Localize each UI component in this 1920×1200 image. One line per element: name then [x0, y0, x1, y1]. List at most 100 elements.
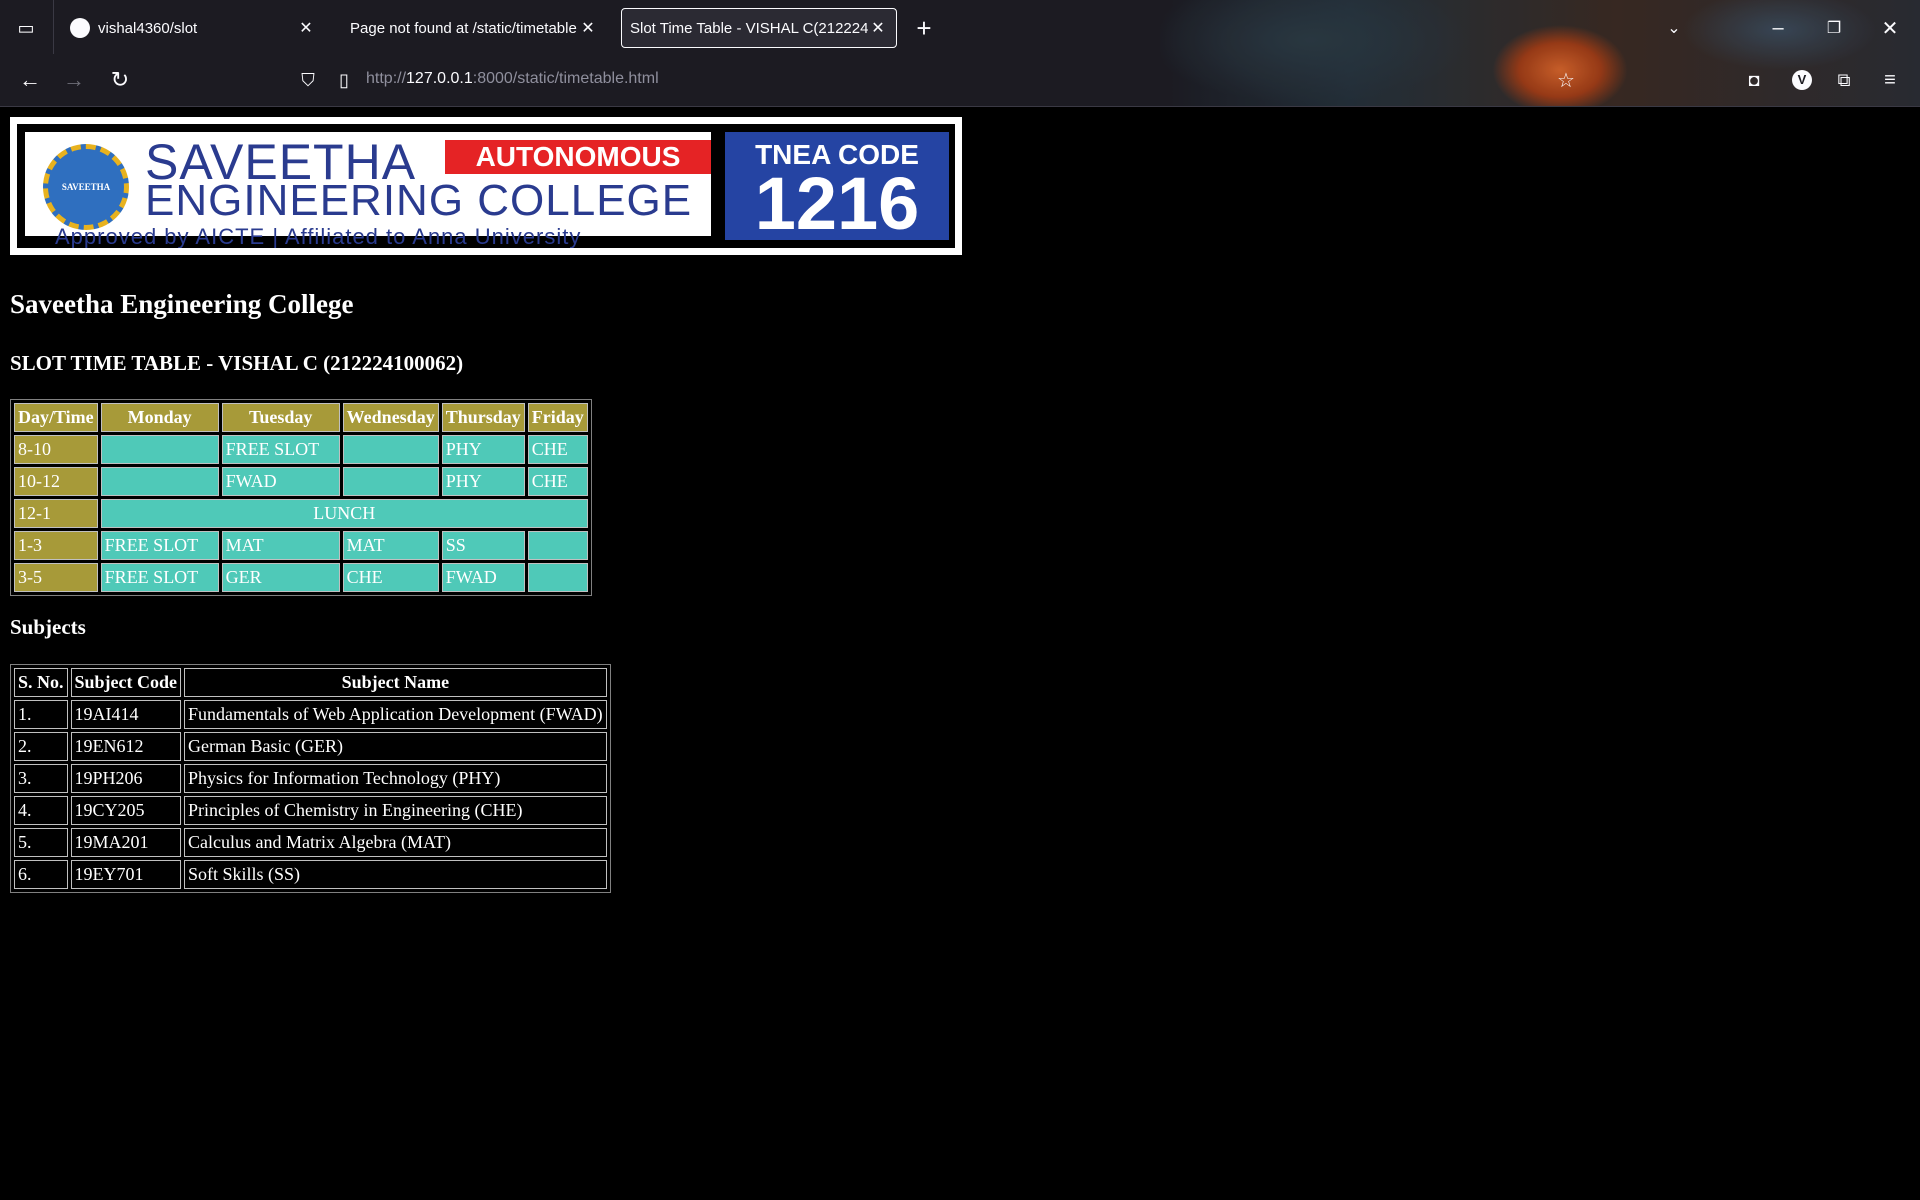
table-row: 2. 19EN612 German Basic (GER): [14, 732, 607, 761]
name-cell: Physics for Information Technology (PHY): [184, 764, 607, 793]
reload-icon[interactable]: ↻: [104, 64, 136, 96]
bookmark-star-icon[interactable]: ☆: [1550, 64, 1582, 96]
tab-page-not-found[interactable]: Page not found at /static/timetable. ✕: [338, 8, 610, 48]
table-row: 10-12 FWAD PHY CHE: [14, 467, 588, 496]
name-cell: Principles of Chemistry in Engineering (…: [184, 796, 607, 825]
header-cell: Tuesday: [221, 403, 340, 432]
account-avatar[interactable]: V: [1786, 64, 1818, 96]
slot-cell: [100, 435, 219, 464]
url-host: 127.0.0.1: [406, 70, 473, 87]
banner-autonomous: AUTONOMOUS: [445, 140, 711, 174]
table-row: 5. 19MA201 Calculus and Matrix Algebra (…: [14, 828, 607, 857]
slot-cell: MAT: [221, 531, 340, 560]
name-cell: Soft Skills (SS): [184, 860, 607, 889]
subjects-heading: Subjects: [10, 615, 86, 639]
timetable-header-row: Day/Time Monday Tuesday Wednesday Thursd…: [14, 403, 588, 432]
close-tab-icon[interactable]: ✕: [868, 18, 888, 38]
time-cell: 8-10: [14, 435, 98, 464]
sno-cell: 4.: [14, 796, 68, 825]
slot-cell: [527, 531, 588, 560]
new-tab-icon[interactable]: +: [908, 12, 940, 44]
slot-cell: [342, 435, 439, 464]
table-row: 1. 19AI414 Fundamentals of Web Applicati…: [14, 700, 607, 729]
nav-bar: ← → ↻ ⛉ ▯ ☆ ◘ V ⧉ ≡: [0, 54, 1920, 106]
banner-approved: Approved by AICTE | Affiliated to Anna U…: [55, 224, 582, 248]
college-logo: SAVEETHA: [43, 144, 129, 230]
table-row: 3-5 FREE SLOT GER CHE FWAD: [14, 563, 588, 592]
header-cell: Subject Name: [184, 668, 607, 697]
name-cell: Calculus and Matrix Algebra (MAT): [184, 828, 607, 857]
slot-cell: FREE SLOT: [100, 531, 219, 560]
sno-cell: 1.: [14, 700, 68, 729]
tab-bar: ▭ vishal4360/slot ✕ Page not found at /s…: [0, 0, 1920, 54]
page-info-icon[interactable]: ▯: [328, 64, 360, 96]
header-cell: Friday: [527, 403, 588, 432]
slot-cell: FWAD: [221, 467, 340, 496]
header-cell: Thursday: [441, 403, 525, 432]
time-cell: 3-5: [14, 563, 98, 592]
sno-cell: 5.: [14, 828, 68, 857]
banner-left-panel: SAVEETHA SAVEETHA AUTONOMOUS ENGINEERING…: [25, 132, 711, 248]
tnea-code: 1216: [754, 162, 920, 245]
slot-cell: FREE SLOT: [221, 435, 340, 464]
close-tab-icon[interactable]: ✕: [296, 18, 316, 38]
lunch-cell: LUNCH: [100, 499, 588, 528]
tab-separator: [53, 0, 54, 54]
timetable-table: Day/Time Monday Tuesday Wednesday Thursd…: [10, 399, 592, 596]
tab-overview-icon[interactable]: ▭: [10, 12, 42, 44]
sno-cell: 3.: [14, 764, 68, 793]
url-bar[interactable]: http://127.0.0.1:8000/static/timetable.h…: [366, 70, 659, 88]
tracking-protection-shield-icon[interactable]: ⛉: [292, 64, 324, 96]
code-cell: 19AI414: [70, 700, 182, 729]
sno-cell: 6.: [14, 860, 68, 889]
extensions-icon[interactable]: ⧉: [1828, 64, 1860, 96]
url-path: :8000/static/timetable.html: [472, 70, 659, 87]
banner-name-line2: ENGINEERING COLLEGE: [145, 176, 693, 225]
subjects-header-row: S. No. Subject Code Subject Name: [14, 668, 607, 697]
time-cell: 1-3: [14, 531, 98, 560]
tab-title: Slot Time Table - VISHAL C(2122241: [630, 19, 868, 37]
name-cell: Fundamentals of Web Application Developm…: [184, 700, 607, 729]
list-tabs-icon[interactable]: ⌄: [1658, 12, 1690, 44]
browser-chrome: ▭ vishal4360/slot ✕ Page not found at /s…: [0, 0, 1920, 106]
avatar-initial: V: [1792, 70, 1812, 90]
header-cell: Subject Code: [70, 668, 182, 697]
slot-cell: CHE: [342, 563, 439, 592]
tab-timetable-active[interactable]: Slot Time Table - VISHAL C(2122241 ✕: [621, 8, 897, 48]
restore-icon[interactable]: ❐: [1818, 12, 1850, 44]
slot-cell: FWAD: [441, 563, 525, 592]
slot-cell: SS: [441, 531, 525, 560]
pocket-icon[interactable]: ◘: [1738, 64, 1770, 96]
code-cell: 19MA201: [70, 828, 182, 857]
github-icon: [70, 18, 90, 38]
back-icon[interactable]: ←: [14, 64, 46, 96]
tab-title: Page not found at /static/timetable.: [350, 19, 578, 37]
close-tab-icon[interactable]: ✕: [578, 18, 598, 38]
time-cell: 12-1: [14, 499, 98, 528]
tab-github[interactable]: vishal4360/slot ✕: [58, 8, 328, 48]
table-row: 1-3 FREE SLOT MAT MAT SS: [14, 531, 588, 560]
name-cell: German Basic (GER): [184, 732, 607, 761]
code-cell: 19PH206: [70, 764, 182, 793]
college-heading: Saveetha Engineering College: [10, 289, 354, 319]
minimize-icon[interactable]: –: [1762, 12, 1794, 44]
tab-title: vishal4360/slot: [98, 19, 198, 37]
slot-cell: [342, 467, 439, 496]
code-cell: 19EN612: [70, 732, 182, 761]
slot-cell: FREE SLOT: [100, 563, 219, 592]
table-row: 6. 19EY701 Soft Skills (SS): [14, 860, 607, 889]
college-banner-image: SAVEETHA SAVEETHA AUTONOMOUS ENGINEERING…: [10, 117, 962, 255]
table-row: 3. 19PH206 Physics for Information Techn…: [14, 764, 607, 793]
slot-cell: MAT: [342, 531, 439, 560]
slot-cell: [100, 467, 219, 496]
header-cell: Wednesday: [342, 403, 439, 432]
slot-cell: PHY: [441, 467, 525, 496]
sno-cell: 2.: [14, 732, 68, 761]
menu-hamburger-icon[interactable]: ≡: [1874, 64, 1906, 96]
slot-cell: [527, 563, 588, 592]
slot-cell: CHE: [527, 467, 588, 496]
close-window-icon[interactable]: ✕: [1874, 12, 1906, 44]
forward-icon[interactable]: →: [58, 64, 90, 96]
table-row: 4. 19CY205 Principles of Chemistry in En…: [14, 796, 607, 825]
header-cell: Monday: [100, 403, 219, 432]
